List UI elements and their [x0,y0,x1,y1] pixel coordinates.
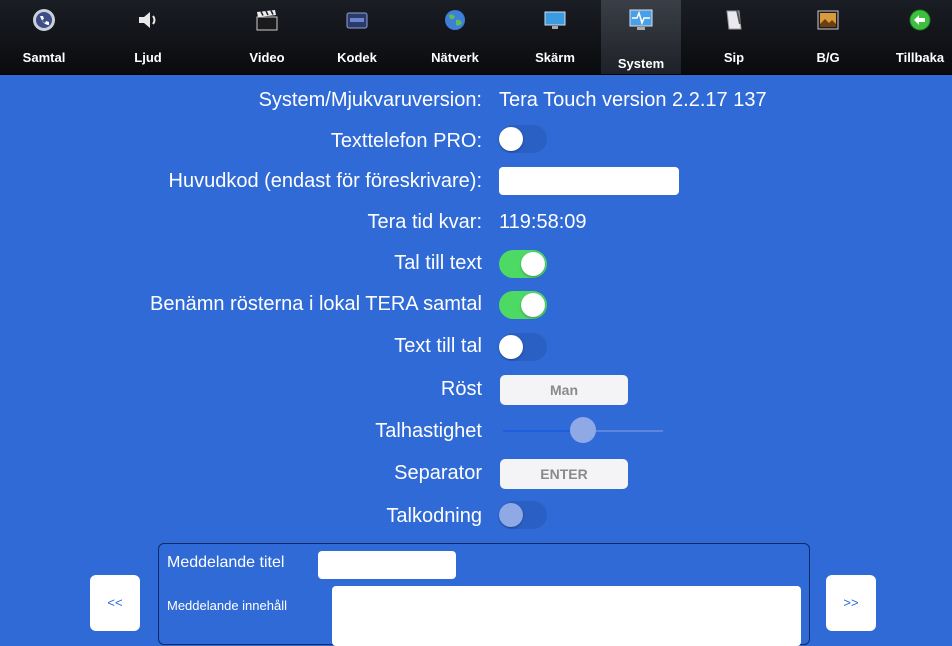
speech-coding-toggle[interactable] [499,501,547,529]
toggle-knob [499,503,523,527]
speech-coding-label: Talkodning [386,505,482,527]
next-message-button[interactable]: >> [826,575,876,631]
textphone-label: Texttelefon PRO: [330,130,482,152]
master-code-label: Huvudkod (endast för föreskrivare): [168,170,482,192]
globe-icon [443,8,467,32]
voice-label: Röst [440,378,482,400]
voice-select-button[interactable]: Man [500,375,628,405]
toolbar-system-button[interactable]: System [601,0,681,74]
toggle-knob [499,127,523,151]
message-content-label: Meddelande innehåll [167,598,287,613]
toolbar-label: Sip [723,50,745,65]
text-to-speech-label: Text till tal [394,335,482,357]
version-value: Tera Touch version 2.2.17 137 [499,89,767,111]
toggle-knob [521,252,545,276]
notepad-icon [722,8,746,32]
toolbar-samtal-button[interactable]: Samtal [4,0,84,74]
speech-to-text-toggle[interactable] [499,250,547,278]
toolbar-kodek-button[interactable]: Kodek [317,0,397,74]
codec-icon [345,8,369,32]
toolbar-skarm-button[interactable]: Skärm [515,0,595,74]
textphone-toggle[interactable] [499,125,547,153]
toolbar-label: B/G [816,50,840,65]
toolbar-label: Kodek [337,50,377,65]
message-title-label: Meddelande titel [167,554,285,571]
toolbar-label: Video [249,50,285,65]
toggle-knob [521,293,545,317]
name-voices-label: Benämn rösterna i lokal TERA samtal [149,293,482,315]
toolbar-label: System [617,56,665,71]
toolbar-natverk-button[interactable]: Nätverk [415,0,495,74]
speech-rate-slider-thumb[interactable] [570,417,596,443]
speaker-icon [136,8,160,32]
monitor-icon [543,8,567,32]
message-content-textarea[interactable] [332,586,801,646]
picture-icon [816,8,840,32]
name-voices-toggle[interactable] [499,291,547,319]
toolbar-label: Skärm [535,50,575,65]
toolbar-label: Ljud [134,50,162,65]
time-left-label: Tera tid kvar: [367,211,482,233]
toolbar-sip-button[interactable]: Sip [694,0,774,74]
message-panel: Meddelande titel Meddelande innehåll [158,543,810,646]
toolbar-ljud-button[interactable]: Ljud [108,0,188,74]
version-label: System/Mjukvaruversion: [258,89,482,111]
top-toolbar: Samtal Ljud Video Kodek Nätverk Skärm Sy… [0,0,952,75]
previous-message-button[interactable]: << [90,575,140,631]
text-to-speech-toggle[interactable] [499,333,547,361]
toolbar-bg-button[interactable]: B/G [788,0,868,74]
back-arrow-icon [908,8,932,32]
clapperboard-icon [255,8,279,32]
toolbar-label: Nätverk [431,50,479,65]
toolbar-tillbaka-button[interactable]: Tillbaka [880,0,952,74]
master-code-input[interactable] [499,167,679,195]
message-title-input[interactable] [318,551,456,579]
toolbar-label: Tillbaka [895,50,945,65]
time-left-value: 119:58:09 [499,211,587,233]
toolbar-video-button[interactable]: Video [227,0,307,74]
speech-rate-label: Talhastighet [375,420,482,442]
toggle-knob [499,335,523,359]
separator-select-button[interactable]: ENTER [500,459,628,489]
speech-to-text-label: Tal till text [394,252,482,274]
system-monitor-icon [629,8,653,32]
phone-gear-icon [32,8,56,32]
toolbar-label: Samtal [22,50,66,65]
separator-label: Separator [394,462,482,484]
